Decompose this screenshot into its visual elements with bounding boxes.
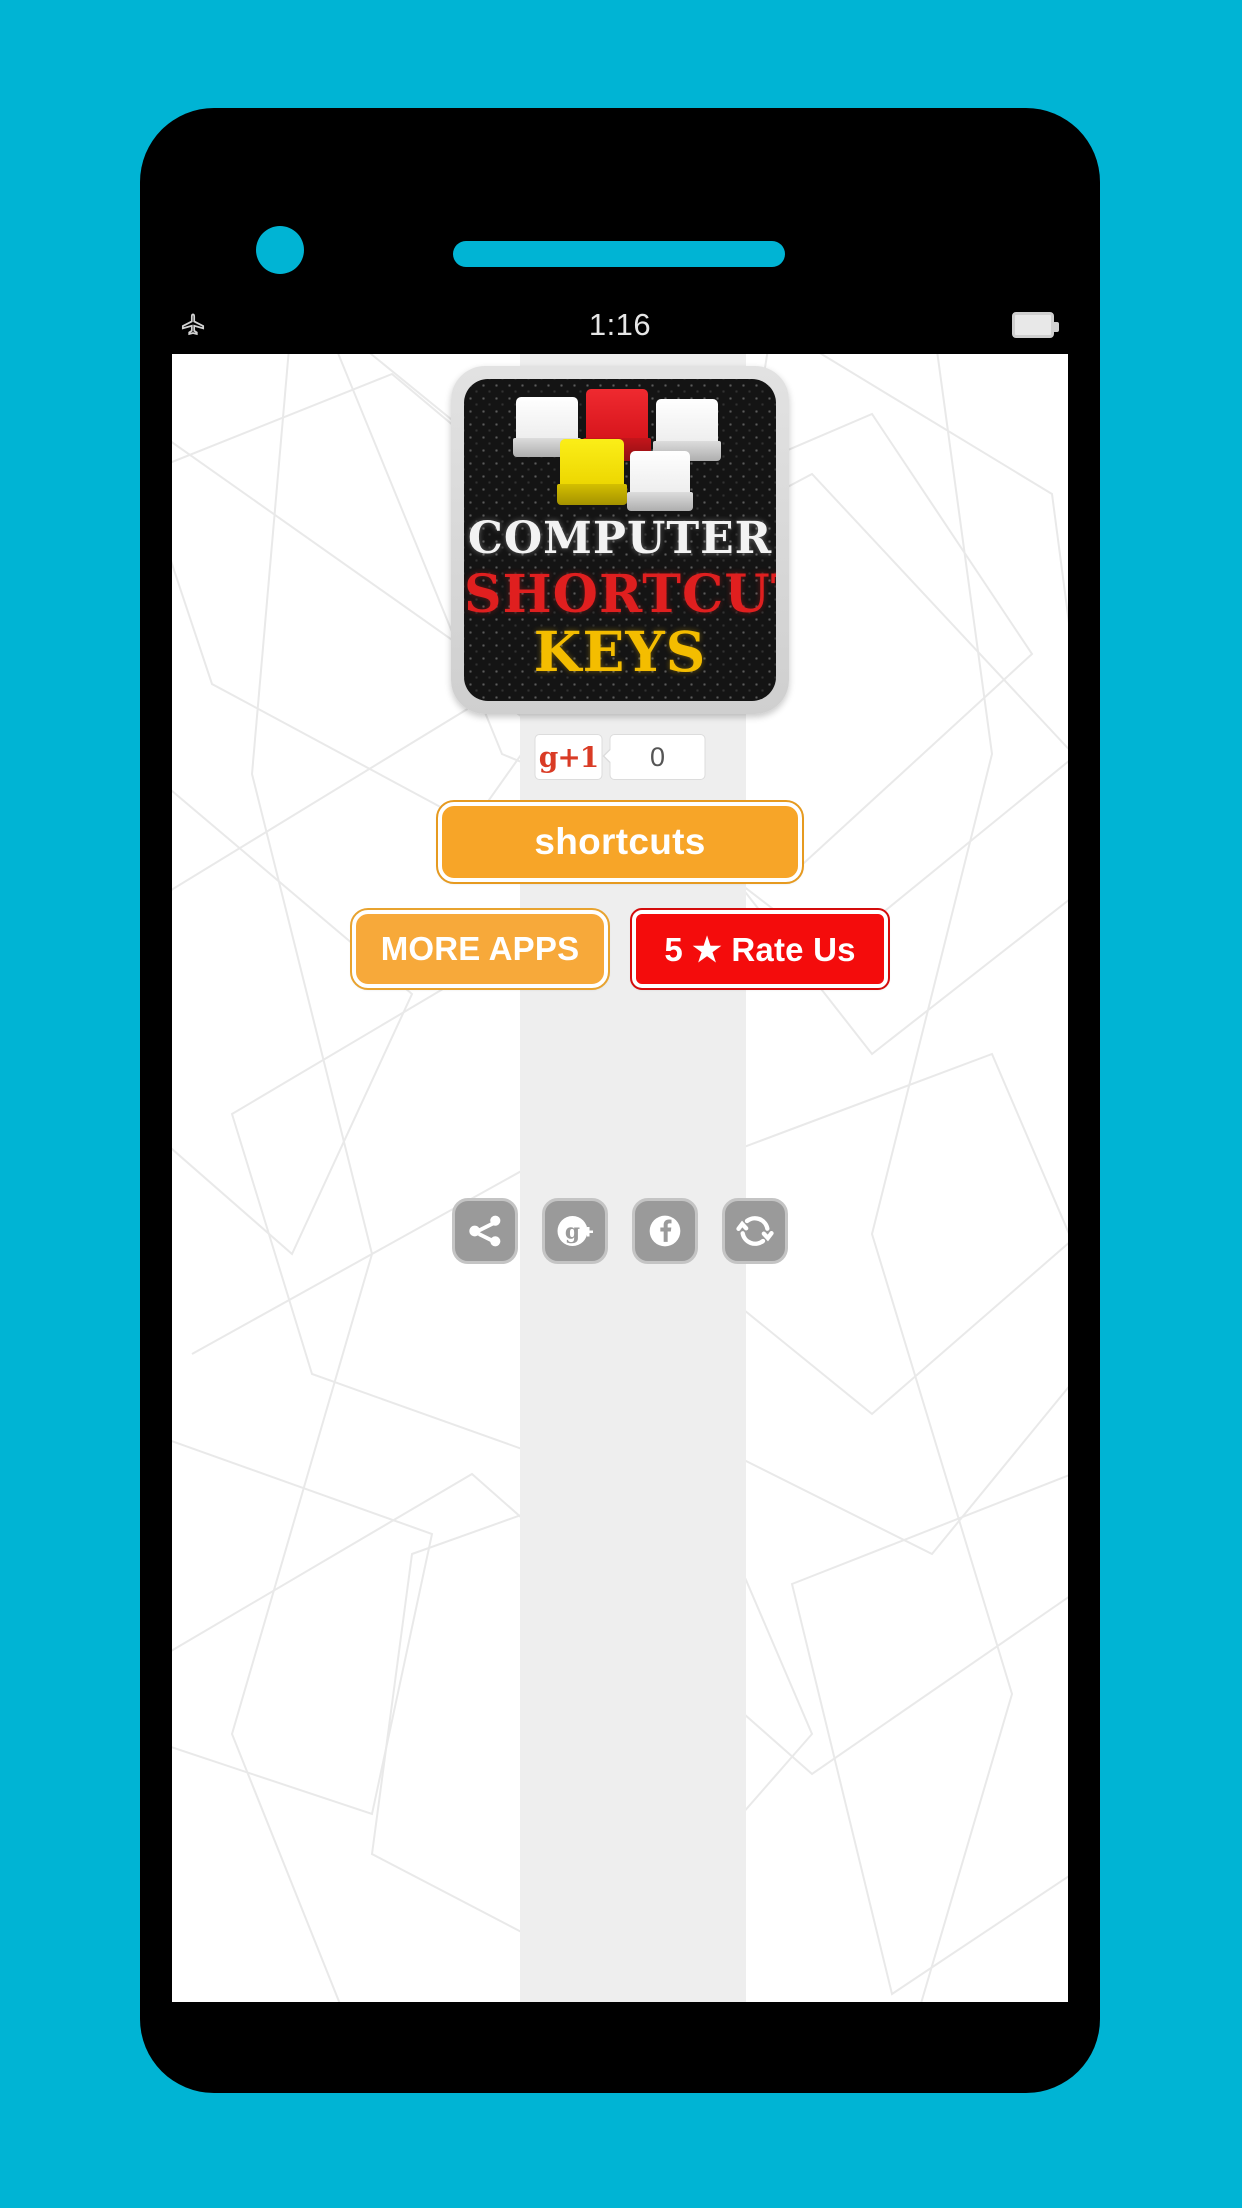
app-icon-artwork: COMPUTER SHORTCUT KEYS xyxy=(464,379,776,701)
phone-device-frame: 1:16 COMPUTER SHORTCUT KEYS g+1 0 shortc… xyxy=(140,108,1100,2093)
google-plus-one-count[interactable]: 0 xyxy=(609,734,706,780)
airplane-mode-icon xyxy=(180,311,206,339)
status-bar-clock: 1:16 xyxy=(588,307,652,342)
app-icon-line-shortcut: SHORTCUT xyxy=(464,564,776,625)
share-icon xyxy=(466,1212,504,1250)
refresh-button[interactable] xyxy=(722,1198,788,1264)
battery-icon xyxy=(1012,312,1059,338)
earpiece-speaker xyxy=(453,241,785,267)
screen-content: COMPUTER SHORTCUT KEYS g+1 0 shortcuts M… xyxy=(172,354,1068,2002)
facebook-button[interactable] xyxy=(632,1198,698,1264)
status-bar: 1:16 xyxy=(172,297,1068,353)
status-bar-right xyxy=(948,312,1068,338)
google-plus-one-count-bubble: 0 xyxy=(609,734,706,780)
secondary-button-row: MORE APPS 5 ★ Rate Us xyxy=(350,908,890,990)
keycap-white-bottom xyxy=(627,451,693,511)
google-plus-icon: g xyxy=(555,1211,595,1251)
app-icon-surface: COMPUTER SHORTCUT KEYS xyxy=(464,379,776,701)
svg-text:g: g xyxy=(565,1220,580,1245)
keycap-yellow xyxy=(557,439,627,505)
facebook-icon xyxy=(645,1211,685,1251)
front-camera xyxy=(256,226,304,274)
social-button-row: g xyxy=(452,1198,788,1264)
google-plus-one-button[interactable]: g+1 xyxy=(534,734,603,780)
shortcuts-button[interactable]: shortcuts xyxy=(436,800,804,884)
google-plus-button[interactable]: g xyxy=(542,1198,608,1264)
google-plus-one-widget: g+1 0 xyxy=(534,734,706,780)
screenshot-stage: 1:16 COMPUTER SHORTCUT KEYS g+1 0 shortc… xyxy=(0,0,1242,2208)
share-button[interactable] xyxy=(452,1198,518,1264)
status-bar-left xyxy=(172,311,292,339)
app-icon-line-computer: COMPUTER xyxy=(467,513,773,564)
more-apps-button[interactable]: MORE APPS xyxy=(350,908,610,990)
rate-us-button[interactable]: 5 ★ Rate Us xyxy=(630,908,890,990)
app-screen: COMPUTER SHORTCUT KEYS g+1 0 shortcuts M… xyxy=(172,354,1068,2002)
app-icon: COMPUTER SHORTCUT KEYS xyxy=(451,366,789,714)
app-icon-line-keys: KEYS xyxy=(533,619,707,684)
refresh-icon xyxy=(735,1211,775,1251)
